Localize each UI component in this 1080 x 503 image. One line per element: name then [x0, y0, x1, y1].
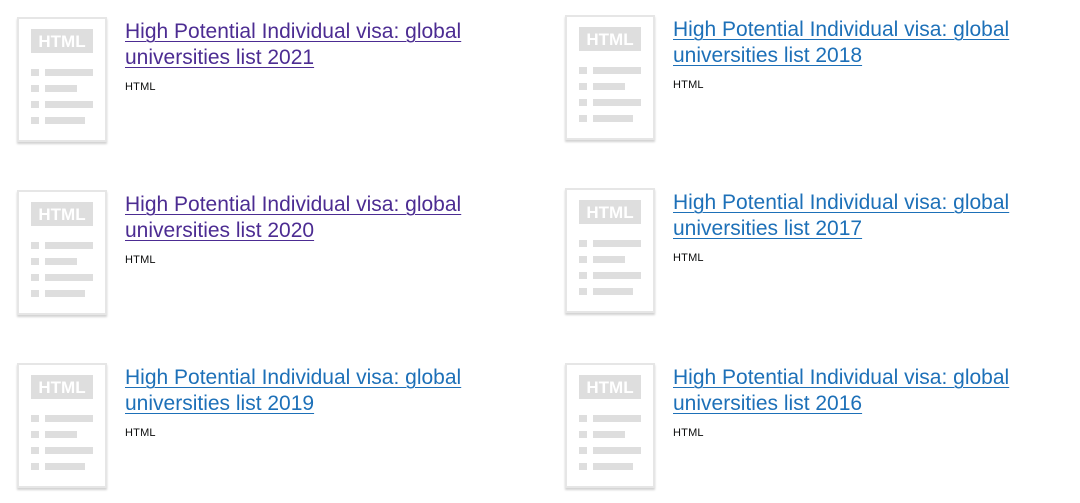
- thumb-label: HTML: [586, 378, 633, 397]
- attachment-format: HTML: [673, 427, 704, 439]
- thumb-label: HTML: [586, 30, 633, 49]
- html-document-icon[interactable]: HTML: [565, 363, 655, 488]
- html-document-icon[interactable]: HTML: [17, 190, 107, 315]
- attachment-title-link[interactable]: High Potential Individual visa: global u…: [673, 17, 1080, 69]
- attachment-title-link[interactable]: High Potential Individual visa: global u…: [125, 365, 545, 417]
- attachment-format: HTML: [125, 81, 156, 93]
- attachment-title-link[interactable]: High Potential Individual visa: global u…: [125, 19, 545, 71]
- attachment-item: HTML High Potential Individual visa: glo…: [565, 188, 1080, 328]
- attachment-format: HTML: [125, 427, 156, 439]
- attachment-title-link[interactable]: High Potential Individual visa: global u…: [673, 365, 1080, 417]
- thumb-label: HTML: [38, 378, 85, 397]
- attachment-item: HTML High Potential Individual visa: glo…: [17, 17, 537, 157]
- attachment-item: HTML High Potential Individual visa: glo…: [565, 363, 1080, 503]
- html-document-icon[interactable]: HTML: [565, 15, 655, 140]
- html-document-icon[interactable]: HTML: [17, 17, 107, 142]
- attachment-format: HTML: [673, 79, 704, 91]
- attachment-item: HTML High Potential Individual visa: glo…: [17, 363, 537, 503]
- attachment-item: HTML High Potential Individual visa: glo…: [17, 190, 537, 330]
- thumb-label: HTML: [38, 205, 85, 224]
- attachment-title-link[interactable]: High Potential Individual visa: global u…: [673, 190, 1080, 242]
- thumb-label: HTML: [38, 32, 85, 51]
- attachment-item: HTML High Potential Individual visa: glo…: [565, 15, 1080, 155]
- attachment-title-link[interactable]: High Potential Individual visa: global u…: [125, 192, 545, 244]
- html-document-icon[interactable]: HTML: [565, 188, 655, 313]
- html-document-icon[interactable]: HTML: [17, 363, 107, 488]
- attachment-format: HTML: [673, 252, 704, 264]
- thumb-label: HTML: [586, 203, 633, 222]
- attachment-format: HTML: [125, 254, 156, 266]
